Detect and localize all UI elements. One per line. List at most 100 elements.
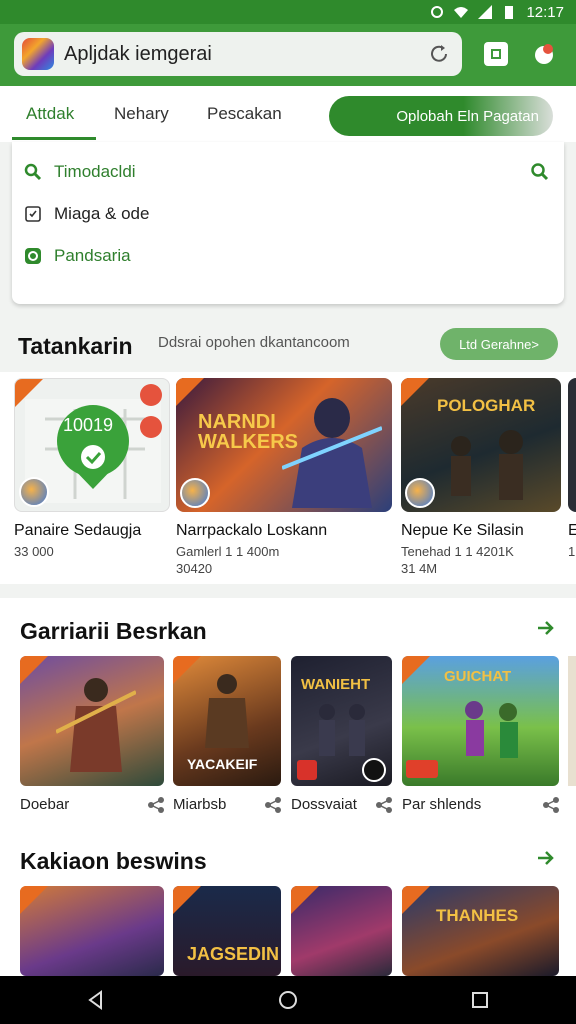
dropdown-item-label: Miaga & ode	[54, 204, 150, 223]
game-thumbnail	[291, 886, 392, 976]
game-thumbnail	[20, 656, 164, 786]
heroes-figure	[465, 701, 518, 758]
see-all-button[interactable]: Ltd Gerahne>	[440, 328, 558, 360]
section-title: Tatankarin	[18, 333, 133, 359]
corner-badge	[20, 886, 48, 914]
status-time: 12:17	[526, 3, 564, 21]
app-meta: 33 000	[14, 544, 54, 559]
app-thumbnail	[568, 378, 576, 512]
app-name: Narrpackalo Loskann	[176, 522, 328, 539]
game-thumbnail	[20, 886, 164, 976]
game-thumbnail: JAGSEDIN	[173, 886, 281, 976]
featured-apps-row: 10019 Panaire Sedaugja 33 000 NARNDI WAL…	[0, 372, 576, 584]
dropdown-item-label: Pandsaria	[54, 246, 131, 265]
dropdown-item-miaga[interactable]: Miaga & ode	[24, 204, 149, 224]
dropdown-item-timodacldi[interactable]: Timodacldi	[24, 162, 136, 182]
game-thumbnail: YACAKEIF	[173, 656, 281, 786]
search-icon	[24, 163, 42, 181]
thumb-text: GUICHAT	[444, 668, 512, 685]
corner-badge	[402, 656, 430, 684]
signal-icon	[478, 5, 493, 19]
game-item[interactable]: WANIEHT Dossvaiat	[291, 656, 392, 813]
game-thumbnail: THANHES	[402, 886, 559, 976]
app-card[interactable]: 10019 Panaire Sedaugja 33 000	[14, 378, 170, 559]
game-item[interactable]	[20, 886, 164, 976]
dropdown-menu: Timodacldi Miaga & ode Pandsaria	[12, 142, 564, 304]
screen-icon[interactable]	[484, 42, 508, 66]
dropdown-item-pandsaria[interactable]: Pandsaria	[24, 246, 131, 266]
arrow-right-icon[interactable]	[536, 618, 556, 638]
search-input[interactable]: Apljdak iemgerai	[64, 43, 428, 66]
recents-icon[interactable]	[469, 989, 491, 1011]
warrior-figure	[205, 674, 249, 748]
search-bar[interactable]: Apljdak iemgerai	[14, 32, 462, 76]
thumb-text: THANHES	[436, 906, 519, 925]
games-section: Garriarii Besrkan Doebar YACAKEIF Miarbs…	[0, 598, 576, 976]
game-item[interactable]: YACAKEIF Miarbsb	[173, 656, 281, 813]
thumb-text: 10019	[63, 415, 114, 435]
thumb-text: JAGSEDIN	[187, 944, 280, 964]
game-thumbnail: WANIEHT	[291, 656, 392, 786]
tab-pescakan[interactable]: Pescakan	[207, 104, 282, 124]
toggle-icon	[25, 248, 41, 264]
pill-label: Oplobah Eln Pagatan	[396, 107, 539, 125]
game-item[interactable]: Doebar	[20, 656, 164, 813]
game-label: Par shlends	[402, 796, 482, 813]
status-bar: 12:17	[0, 0, 576, 24]
game-item[interactable]: JAGSEDIN	[173, 886, 281, 976]
search-icon[interactable]	[530, 162, 550, 182]
game-label: Miarbsb	[173, 796, 227, 813]
share-icon[interactable]	[148, 796, 164, 813]
game-label: Doebar	[20, 796, 70, 813]
corner-badge	[402, 886, 430, 914]
corner-badge	[401, 378, 429, 406]
arrow-right-icon[interactable]	[536, 848, 556, 868]
share-icon[interactable]	[543, 796, 559, 813]
red-badge	[297, 760, 317, 780]
warriors-figure	[451, 430, 523, 500]
top-bar: Apljdak iemgerai	[0, 24, 576, 86]
tab-attdak[interactable]: Attdak	[26, 104, 74, 124]
home-icon[interactable]	[277, 989, 299, 1011]
app-name: E	[568, 522, 576, 539]
round-badge	[362, 758, 386, 782]
thumb-text: YACAKEIF	[187, 756, 258, 772]
thumb-text: POLOGHAR	[437, 396, 536, 415]
app-thumbnail: NARNDI WALKERS	[176, 378, 392, 512]
corner-badge	[20, 656, 48, 684]
share-icon[interactable]	[265, 796, 281, 813]
game-item[interactable]: THANHES	[402, 886, 559, 976]
tab-bar: Attdak Nehary Pescakan Oplobah Eln Pagat…	[0, 86, 576, 142]
app-meta: Gamlerl 1 1 400m	[176, 544, 280, 559]
corner-badge	[291, 886, 319, 914]
dropdown-item-label: Timodacldi	[54, 162, 136, 181]
filter-pill-button[interactable]: Oplobah Eln Pagatan	[329, 96, 553, 136]
red-badge	[406, 760, 438, 778]
game-thumbnail: GUICHAT	[402, 656, 559, 786]
app-card[interactable]: E 1	[568, 378, 576, 559]
corner-badge	[173, 886, 201, 914]
refresh-icon[interactable]	[428, 43, 450, 65]
soldiers-figure	[319, 704, 365, 756]
game-item[interactable]: GUICHAT Par shlends	[402, 656, 559, 813]
section-subtitle: Ddsrai opohen dkantancoom	[158, 334, 350, 351]
game-label: Dossvaiat	[291, 796, 357, 813]
game-item[interactable]	[291, 886, 392, 976]
profile-icon[interactable]	[532, 42, 556, 66]
app-thumbnail: POLOGHAR	[401, 378, 561, 512]
app-size: 31 4M	[401, 561, 438, 576]
app-card[interactable]: NARNDI WALKERS Narrpackalo Loskann Gamle…	[176, 378, 392, 576]
system-nav-bar	[0, 976, 576, 1024]
app-logo	[22, 38, 54, 70]
app-size: 30420	[176, 561, 213, 576]
back-icon[interactable]	[85, 989, 107, 1011]
share-icon[interactable]	[376, 796, 392, 813]
tab-indicator	[12, 137, 96, 140]
app-card[interactable]: POLOGHAR Nepue Ke Silasin Tenehad 1 1 42…	[401, 378, 561, 576]
tab-nehary[interactable]: Nehary	[114, 104, 169, 124]
app-mini-logo	[405, 478, 435, 508]
section-title: Garriarii Besrkan	[20, 618, 207, 644]
app-name: Panaire Sedaugja	[14, 522, 142, 539]
wifi-icon	[454, 7, 469, 18]
app-meta: 1	[568, 544, 576, 559]
